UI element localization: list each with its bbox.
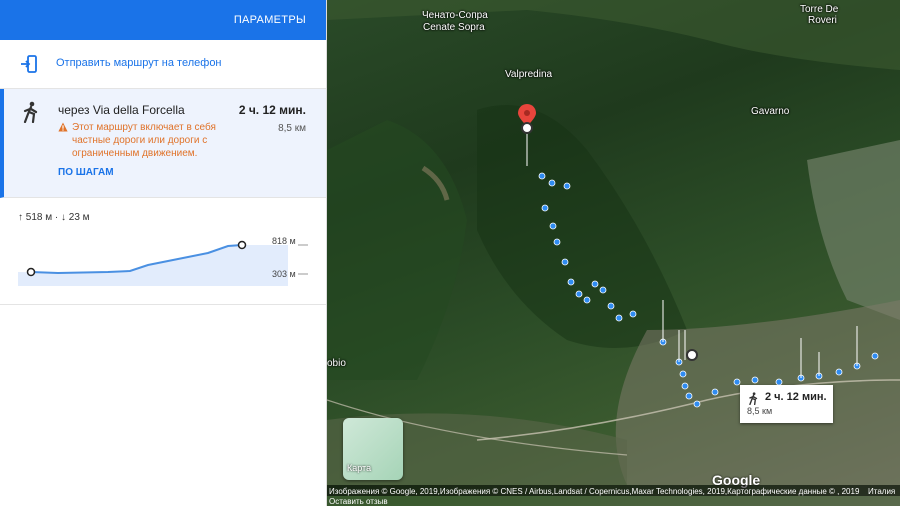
end-point-marker <box>521 122 533 134</box>
callout-distance: 8,5 км <box>747 406 773 416</box>
place-label: Ченато-Сопра <box>422 10 488 21</box>
warning-icon <box>58 122 68 132</box>
send-to-phone-icon <box>21 55 37 73</box>
elevation-stats: ↑ 518 м · ↓ 23 м <box>18 212 90 223</box>
route-option-card[interactable]: через Via della Forcella 2 ч. 12 мин. 8,… <box>0 89 326 198</box>
elevation-max-label: 818 м <box>272 236 296 246</box>
route-warning: Этот маршрут включает в себя частные дор… <box>72 122 216 159</box>
options-button[interactable]: ПАРАМЕТРЫ <box>234 14 306 26</box>
map-type-label: Карта <box>347 463 372 473</box>
map-terrain <box>327 0 900 485</box>
send-to-phone-label: Отправить маршрут на телефон <box>56 57 222 69</box>
elevation-min-label: 303 м <box>272 269 296 279</box>
elevation-area <box>18 245 242 286</box>
callout-duration: 2 ч. 12 мин. <box>765 391 827 403</box>
step-by-step-link[interactable]: ПО ШАГАМ <box>58 167 114 178</box>
place-label: Torre De <box>800 4 839 15</box>
elevation-chart <box>18 240 308 286</box>
elevation-profile: ↑ 518 м · ↓ 23 м 818 м 303 м <box>0 198 326 305</box>
walking-icon <box>749 392 758 405</box>
panel-header: ПАРАМЕТРЫ <box>0 0 326 40</box>
country-label: Италия <box>868 487 896 496</box>
feedback-link[interactable]: Оставить отзыв <box>329 497 388 506</box>
send-to-phone-row[interactable]: Отправить маршрут на телефон <box>0 40 326 89</box>
place-label: Valpredina <box>505 69 553 80</box>
place-label: Gavarno <box>751 106 790 117</box>
end-point-icon <box>237 240 247 250</box>
directions-panel: ПАРАМЕТРЫ Отправить маршрут на телефон ч… <box>0 0 327 506</box>
place-label: Cenate Sopra <box>423 22 485 33</box>
walking-icon <box>23 101 38 123</box>
start-point-icon <box>26 267 36 277</box>
route-distance: 8,5 км <box>278 123 306 134</box>
satellite-map[interactable]: Ченато-Сопра Cenate Sopra Valpredina Gav… <box>327 0 900 506</box>
place-label: obio <box>327 358 346 369</box>
route-title: через Via della Forcella <box>58 103 185 117</box>
place-label: Roveri <box>808 15 837 26</box>
route-duration: 2 ч. 12 мин. <box>238 103 306 117</box>
route-summary-callout[interactable]: 2 ч. 12 мин. 8,5 км <box>740 385 833 423</box>
start-point-marker <box>686 349 698 361</box>
attribution-text: Изображения © Google, 2019,Изображения ©… <box>329 487 860 496</box>
map-type-toggle[interactable]: Карта <box>343 418 403 480</box>
